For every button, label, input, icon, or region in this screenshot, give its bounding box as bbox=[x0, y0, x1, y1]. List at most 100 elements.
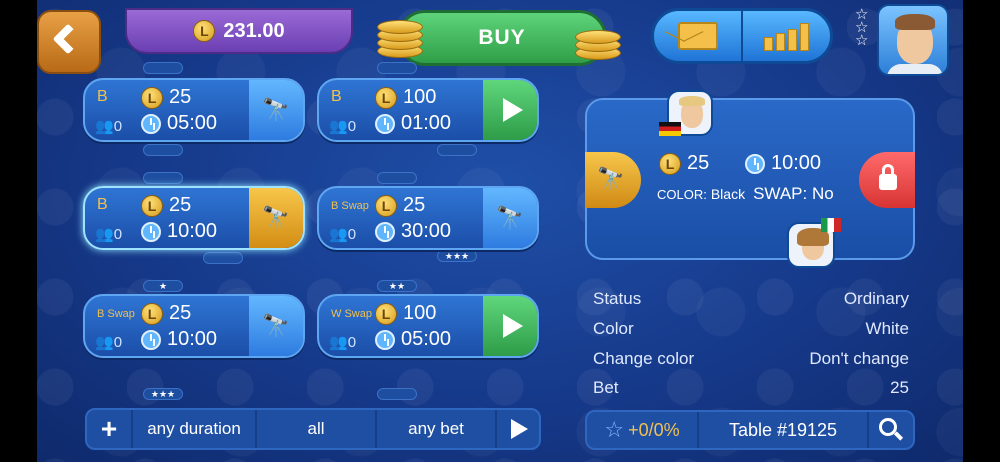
game-type: B bbox=[97, 196, 108, 213]
filter-bar: + any duration all any bet bbox=[85, 408, 541, 450]
clock-icon bbox=[375, 113, 395, 134]
buy-label: BUY bbox=[478, 26, 526, 49]
observers-count: 👥0 bbox=[95, 118, 123, 135]
table-card[interactable]: W Swap L 100 👥0 05:00 bbox=[317, 294, 539, 358]
card-badge: ★★★ bbox=[437, 250, 477, 262]
color-label: COLOR: bbox=[657, 187, 707, 202]
binoculars-key-icon: 🔭 bbox=[262, 205, 290, 230]
table-info-bar: ☆ +0/0% Table #19125 bbox=[585, 410, 915, 450]
play-button[interactable] bbox=[483, 296, 537, 356]
table-card-selected[interactable]: B L 25 👥0 10:00 🔭 bbox=[83, 186, 305, 250]
watch-button[interactable]: 🔭 bbox=[483, 188, 537, 248]
info-row-change-color: Change color Don't change bbox=[593, 349, 909, 368]
add-table-button[interactable]: + bbox=[87, 410, 133, 448]
play-button[interactable] bbox=[483, 80, 537, 140]
play-icon bbox=[503, 314, 523, 338]
swap-value: SWAP: No bbox=[753, 184, 834, 203]
detail-time: 10:00 bbox=[771, 152, 822, 174]
bet-value: 25 bbox=[169, 302, 192, 324]
card-badge: ★ bbox=[143, 280, 183, 292]
balance-value: 231.00 bbox=[223, 19, 285, 42]
watch-button[interactable]: 🔭 bbox=[249, 80, 303, 140]
clock-icon bbox=[375, 329, 395, 350]
bet-value: 100 bbox=[403, 302, 437, 324]
bet-filter[interactable]: any bet bbox=[377, 410, 497, 448]
table-number: Table #19125 bbox=[699, 412, 869, 448]
play-icon bbox=[503, 98, 523, 122]
lock-button[interactable] bbox=[859, 152, 915, 208]
coin-icon: L bbox=[141, 194, 163, 217]
clock-icon bbox=[745, 153, 765, 174]
play-icon bbox=[510, 419, 528, 439]
bar-chart-icon bbox=[764, 21, 809, 51]
table-card[interactable]: B L 25 👥0 05:00 🔭 bbox=[83, 78, 305, 142]
germany-flag-icon bbox=[659, 122, 681, 136]
coins-icon bbox=[377, 16, 425, 60]
coin-icon: L bbox=[375, 302, 397, 325]
balance-display: L 231.00 bbox=[125, 8, 353, 54]
coin-icon: L bbox=[659, 152, 681, 175]
bet-value: 25 bbox=[169, 86, 192, 108]
game-type: B bbox=[331, 88, 342, 105]
chevron-left-icon bbox=[52, 23, 84, 55]
rating-button[interactable]: ☆ +0/0% bbox=[587, 412, 699, 448]
info-row-color: Color White bbox=[593, 319, 909, 338]
back-button[interactable] bbox=[37, 10, 101, 74]
time-value: 05:00 bbox=[167, 112, 218, 134]
watch-private-button[interactable]: 🔭 bbox=[249, 188, 303, 248]
observers-count: 👥0 bbox=[329, 226, 357, 243]
currency-icon: L bbox=[193, 20, 216, 42]
star-outline-icon: ☆ bbox=[604, 417, 625, 442]
apply-filter-button[interactable] bbox=[497, 410, 539, 448]
time-value: 10:00 bbox=[167, 328, 218, 350]
info-row-bet: Bet 25 bbox=[593, 378, 909, 397]
observers-count: 👥0 bbox=[329, 334, 357, 351]
search-button[interactable] bbox=[869, 412, 913, 448]
game-type: B Swap bbox=[97, 308, 135, 320]
color-value: Black bbox=[710, 186, 746, 202]
clock-icon bbox=[141, 113, 161, 134]
game-type: B bbox=[97, 88, 108, 105]
coins-icon bbox=[575, 18, 623, 62]
binoculars-icon: 🔭 bbox=[262, 313, 290, 338]
time-value: 01:00 bbox=[401, 112, 452, 134]
table-card[interactable]: B Swap L 25 👥0 10:00 🔭 bbox=[83, 294, 305, 358]
italy-flag-icon bbox=[821, 218, 841, 232]
coin-icon: L bbox=[375, 194, 397, 217]
game-type: W Swap bbox=[331, 308, 372, 320]
mail-button[interactable] bbox=[654, 11, 743, 61]
profile-avatar[interactable] bbox=[877, 4, 949, 76]
coin-icon: L bbox=[141, 302, 163, 325]
star-icon: ☆ bbox=[855, 32, 869, 49]
table-card[interactable]: B L 100 👥0 01:00 bbox=[317, 78, 539, 142]
info-row-status: Status Ordinary bbox=[593, 289, 909, 308]
mail-icon bbox=[677, 22, 718, 50]
observers-count: 👥0 bbox=[329, 118, 357, 135]
bet-value: 25 bbox=[403, 194, 426, 216]
rank-stars: ☆ ☆ ☆ bbox=[855, 7, 869, 49]
search-icon bbox=[879, 418, 904, 442]
time-value: 05:00 bbox=[401, 328, 452, 350]
clock-icon bbox=[141, 329, 161, 350]
observers-count: 👥0 bbox=[95, 334, 123, 351]
observers-count: 👥0 bbox=[95, 226, 123, 243]
top-actions bbox=[651, 8, 833, 64]
bet-value: 100 bbox=[403, 86, 437, 108]
coin-icon: L bbox=[375, 86, 397, 109]
card-badge: ★★★ bbox=[143, 388, 183, 400]
coin-icon: L bbox=[141, 86, 163, 109]
card-badge: ★★ bbox=[377, 280, 417, 292]
table-card[interactable]: B Swap L 25 👥0 30:00 🔭 bbox=[317, 186, 539, 250]
duration-filter[interactable]: any duration bbox=[133, 410, 257, 448]
binoculars-key-icon: 🔭 bbox=[597, 166, 625, 191]
time-value: 10:00 bbox=[167, 220, 218, 242]
type-filter[interactable]: all bbox=[257, 410, 377, 448]
watch-button[interactable]: 🔭 bbox=[249, 296, 303, 356]
stats-button[interactable] bbox=[743, 11, 830, 61]
watch-table-button[interactable]: 🔭 bbox=[585, 152, 641, 208]
bet-value: 25 bbox=[169, 194, 192, 216]
game-type: B Swap bbox=[331, 200, 369, 212]
clock-icon bbox=[375, 221, 395, 242]
clock-icon bbox=[141, 221, 161, 242]
binoculars-icon: 🔭 bbox=[496, 205, 524, 230]
